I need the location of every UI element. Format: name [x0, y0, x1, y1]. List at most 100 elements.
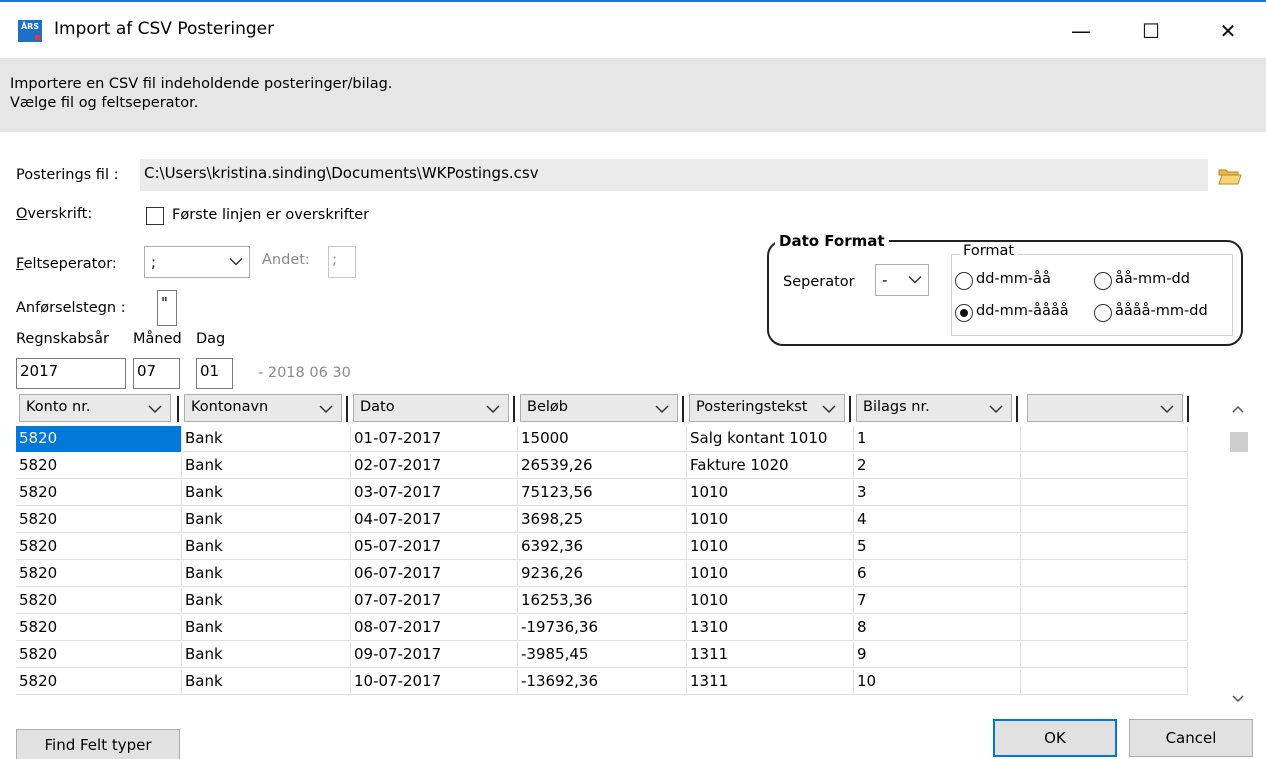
- table-cell[interactable]: 1010: [687, 588, 854, 614]
- table-cell[interactable]: 1310: [687, 615, 854, 641]
- table-cell[interactable]: Bank: [182, 642, 351, 668]
- maximize-button[interactable]: ☐: [1128, 14, 1174, 48]
- table-row[interactable]: 5820 Bank 05-07-2017 6392,36 1010 5: [16, 534, 1188, 560]
- column-divider[interactable]: [849, 396, 851, 422]
- table-cell[interactable]: Fakture 1020: [687, 453, 854, 479]
- table-cell[interactable]: Salg kontant 1010: [687, 426, 854, 452]
- table-cell[interactable]: 5820: [16, 561, 182, 587]
- table-cell[interactable]: 8: [854, 615, 1021, 641]
- table-cell[interactable]: Bank: [182, 588, 351, 614]
- table-cell[interactable]: 2: [854, 453, 1021, 479]
- folder-open-icon[interactable]: [1218, 168, 1242, 185]
- table-cell[interactable]: [1021, 507, 1188, 533]
- table-cell[interactable]: [1021, 453, 1188, 479]
- table-cell[interactable]: 04-07-2017: [351, 507, 518, 533]
- column-header-dato[interactable]: Dato: [353, 394, 509, 422]
- table-cell[interactable]: 5820: [16, 426, 182, 452]
- table-cell[interactable]: 05-07-2017: [351, 534, 518, 560]
- table-cell[interactable]: 01-07-2017: [351, 426, 518, 452]
- table-row[interactable]: 5820 Bank 03-07-2017 75123,56 1010 3: [16, 480, 1188, 506]
- table-cell[interactable]: [1021, 588, 1188, 614]
- table-cell[interactable]: Bank: [182, 534, 351, 560]
- table-cell[interactable]: 1010: [687, 507, 854, 533]
- table-cell[interactable]: 1010: [687, 534, 854, 560]
- file-path-field[interactable]: C:\Users\kristina.sinding\Documents\WKPo…: [140, 159, 1208, 191]
- radio-aa-mm-dd[interactable]: [1094, 272, 1112, 290]
- table-cell[interactable]: 1311: [687, 642, 854, 668]
- table-cell[interactable]: 5820: [16, 507, 182, 533]
- radio-aaaa-mm-dd[interactable]: [1094, 304, 1112, 322]
- table-cell[interactable]: [1021, 426, 1188, 452]
- table-row[interactable]: 5820 Bank 10-07-2017 -13692,36 1311 10: [16, 669, 1188, 695]
- table-cell[interactable]: 9: [854, 642, 1021, 668]
- feltseperator-select[interactable]: ;: [144, 246, 250, 278]
- table-cell[interactable]: 5820: [16, 453, 182, 479]
- table-cell[interactable]: 4: [854, 507, 1021, 533]
- table-cell[interactable]: 1010: [687, 561, 854, 587]
- table-cell[interactable]: 09-07-2017: [351, 642, 518, 668]
- radio-dd-mm-aaaa[interactable]: [955, 304, 973, 322]
- table-row[interactable]: 5820 Bank 02-07-2017 26539,26 Fakture 1020 2: [16, 453, 1188, 479]
- table-cell[interactable]: 03-07-2017: [351, 480, 518, 506]
- table-cell[interactable]: [1021, 615, 1188, 641]
- column-divider[interactable]: [1016, 396, 1018, 422]
- column-divider[interactable]: [177, 396, 179, 422]
- column-header-konto[interactable]: Konto nr.: [19, 394, 171, 422]
- anfoerselstegn-input[interactable]: ": [157, 290, 177, 326]
- cancel-button[interactable]: Cancel: [1129, 719, 1253, 757]
- table-cell[interactable]: Bank: [182, 453, 351, 479]
- table-cell[interactable]: 08-07-2017: [351, 615, 518, 641]
- table-cell[interactable]: 5820: [16, 534, 182, 560]
- table-cell[interactable]: Bank: [182, 507, 351, 533]
- ok-button[interactable]: OK: [993, 719, 1117, 757]
- find-felt-typer-button[interactable]: Find Felt typer: [16, 729, 180, 759]
- table-cell[interactable]: 5: [854, 534, 1021, 560]
- column-header-beloeb[interactable]: Beløb: [520, 394, 678, 422]
- table-cell[interactable]: 15000: [518, 426, 687, 452]
- table-cell[interactable]: 3698,25: [518, 507, 687, 533]
- table-cell[interactable]: [1021, 669, 1188, 695]
- day-input[interactable]: 01: [196, 358, 233, 389]
- table-cell[interactable]: -19736,36: [518, 615, 687, 641]
- close-button[interactable]: ✕: [1205, 14, 1251, 48]
- table-cell[interactable]: 6: [854, 561, 1021, 587]
- scroll-down-icon[interactable]: [1227, 688, 1249, 710]
- table-cell[interactable]: [1021, 480, 1188, 506]
- table-row[interactable]: 5820 Bank 09-07-2017 -3985,45 1311 9: [16, 642, 1188, 668]
- table-cell[interactable]: 10: [854, 669, 1021, 695]
- table-cell[interactable]: 26539,26: [518, 453, 687, 479]
- table-cell[interactable]: 02-07-2017: [351, 453, 518, 479]
- table-cell[interactable]: 10-07-2017: [351, 669, 518, 695]
- table-cell[interactable]: Bank: [182, 669, 351, 695]
- table-row[interactable]: 5820 Bank 07-07-2017 16253,36 1010 7: [16, 588, 1188, 614]
- column-divider[interactable]: [682, 396, 684, 422]
- column-header-bilags[interactable]: Bilags nr.: [856, 394, 1012, 422]
- table-row[interactable]: 5820 Bank 08-07-2017 -19736,36 1310 8: [16, 615, 1188, 641]
- table-cell[interactable]: 75123,56: [518, 480, 687, 506]
- table-cell[interactable]: Bank: [182, 426, 351, 452]
- table-cell[interactable]: 6392,36: [518, 534, 687, 560]
- table-cell[interactable]: [1021, 561, 1188, 587]
- column-header-kontonavn[interactable]: Kontonavn: [184, 394, 342, 422]
- table-cell[interactable]: 16253,36: [518, 588, 687, 614]
- table-cell[interactable]: -3985,45: [518, 642, 687, 668]
- month-input[interactable]: 07: [133, 358, 180, 389]
- grid-scrollbar[interactable]: [1227, 394, 1249, 710]
- table-row[interactable]: 5820 Bank 01-07-2017 15000 Salg kontant 1010…: [16, 426, 1188, 452]
- table-row[interactable]: 5820 Bank 06-07-2017 9236,26 1010 6: [16, 561, 1188, 587]
- date-seperator-select[interactable]: -: [875, 264, 929, 296]
- table-cell[interactable]: 1: [854, 426, 1021, 452]
- table-cell[interactable]: 5820: [16, 480, 182, 506]
- table-cell[interactable]: 9236,26: [518, 561, 687, 587]
- table-cell[interactable]: [1021, 534, 1188, 560]
- table-cell[interactable]: -13692,36: [518, 669, 687, 695]
- table-cell[interactable]: Bank: [182, 480, 351, 506]
- minimize-button[interactable]: —: [1058, 14, 1104, 48]
- column-divider[interactable]: [1187, 396, 1189, 422]
- table-cell[interactable]: 5820: [16, 669, 182, 695]
- column-header-empty[interactable]: [1027, 394, 1183, 422]
- table-cell[interactable]: 1010: [687, 480, 854, 506]
- column-divider[interactable]: [513, 396, 515, 422]
- table-cell[interactable]: 7: [854, 588, 1021, 614]
- table-cell[interactable]: 1311: [687, 669, 854, 695]
